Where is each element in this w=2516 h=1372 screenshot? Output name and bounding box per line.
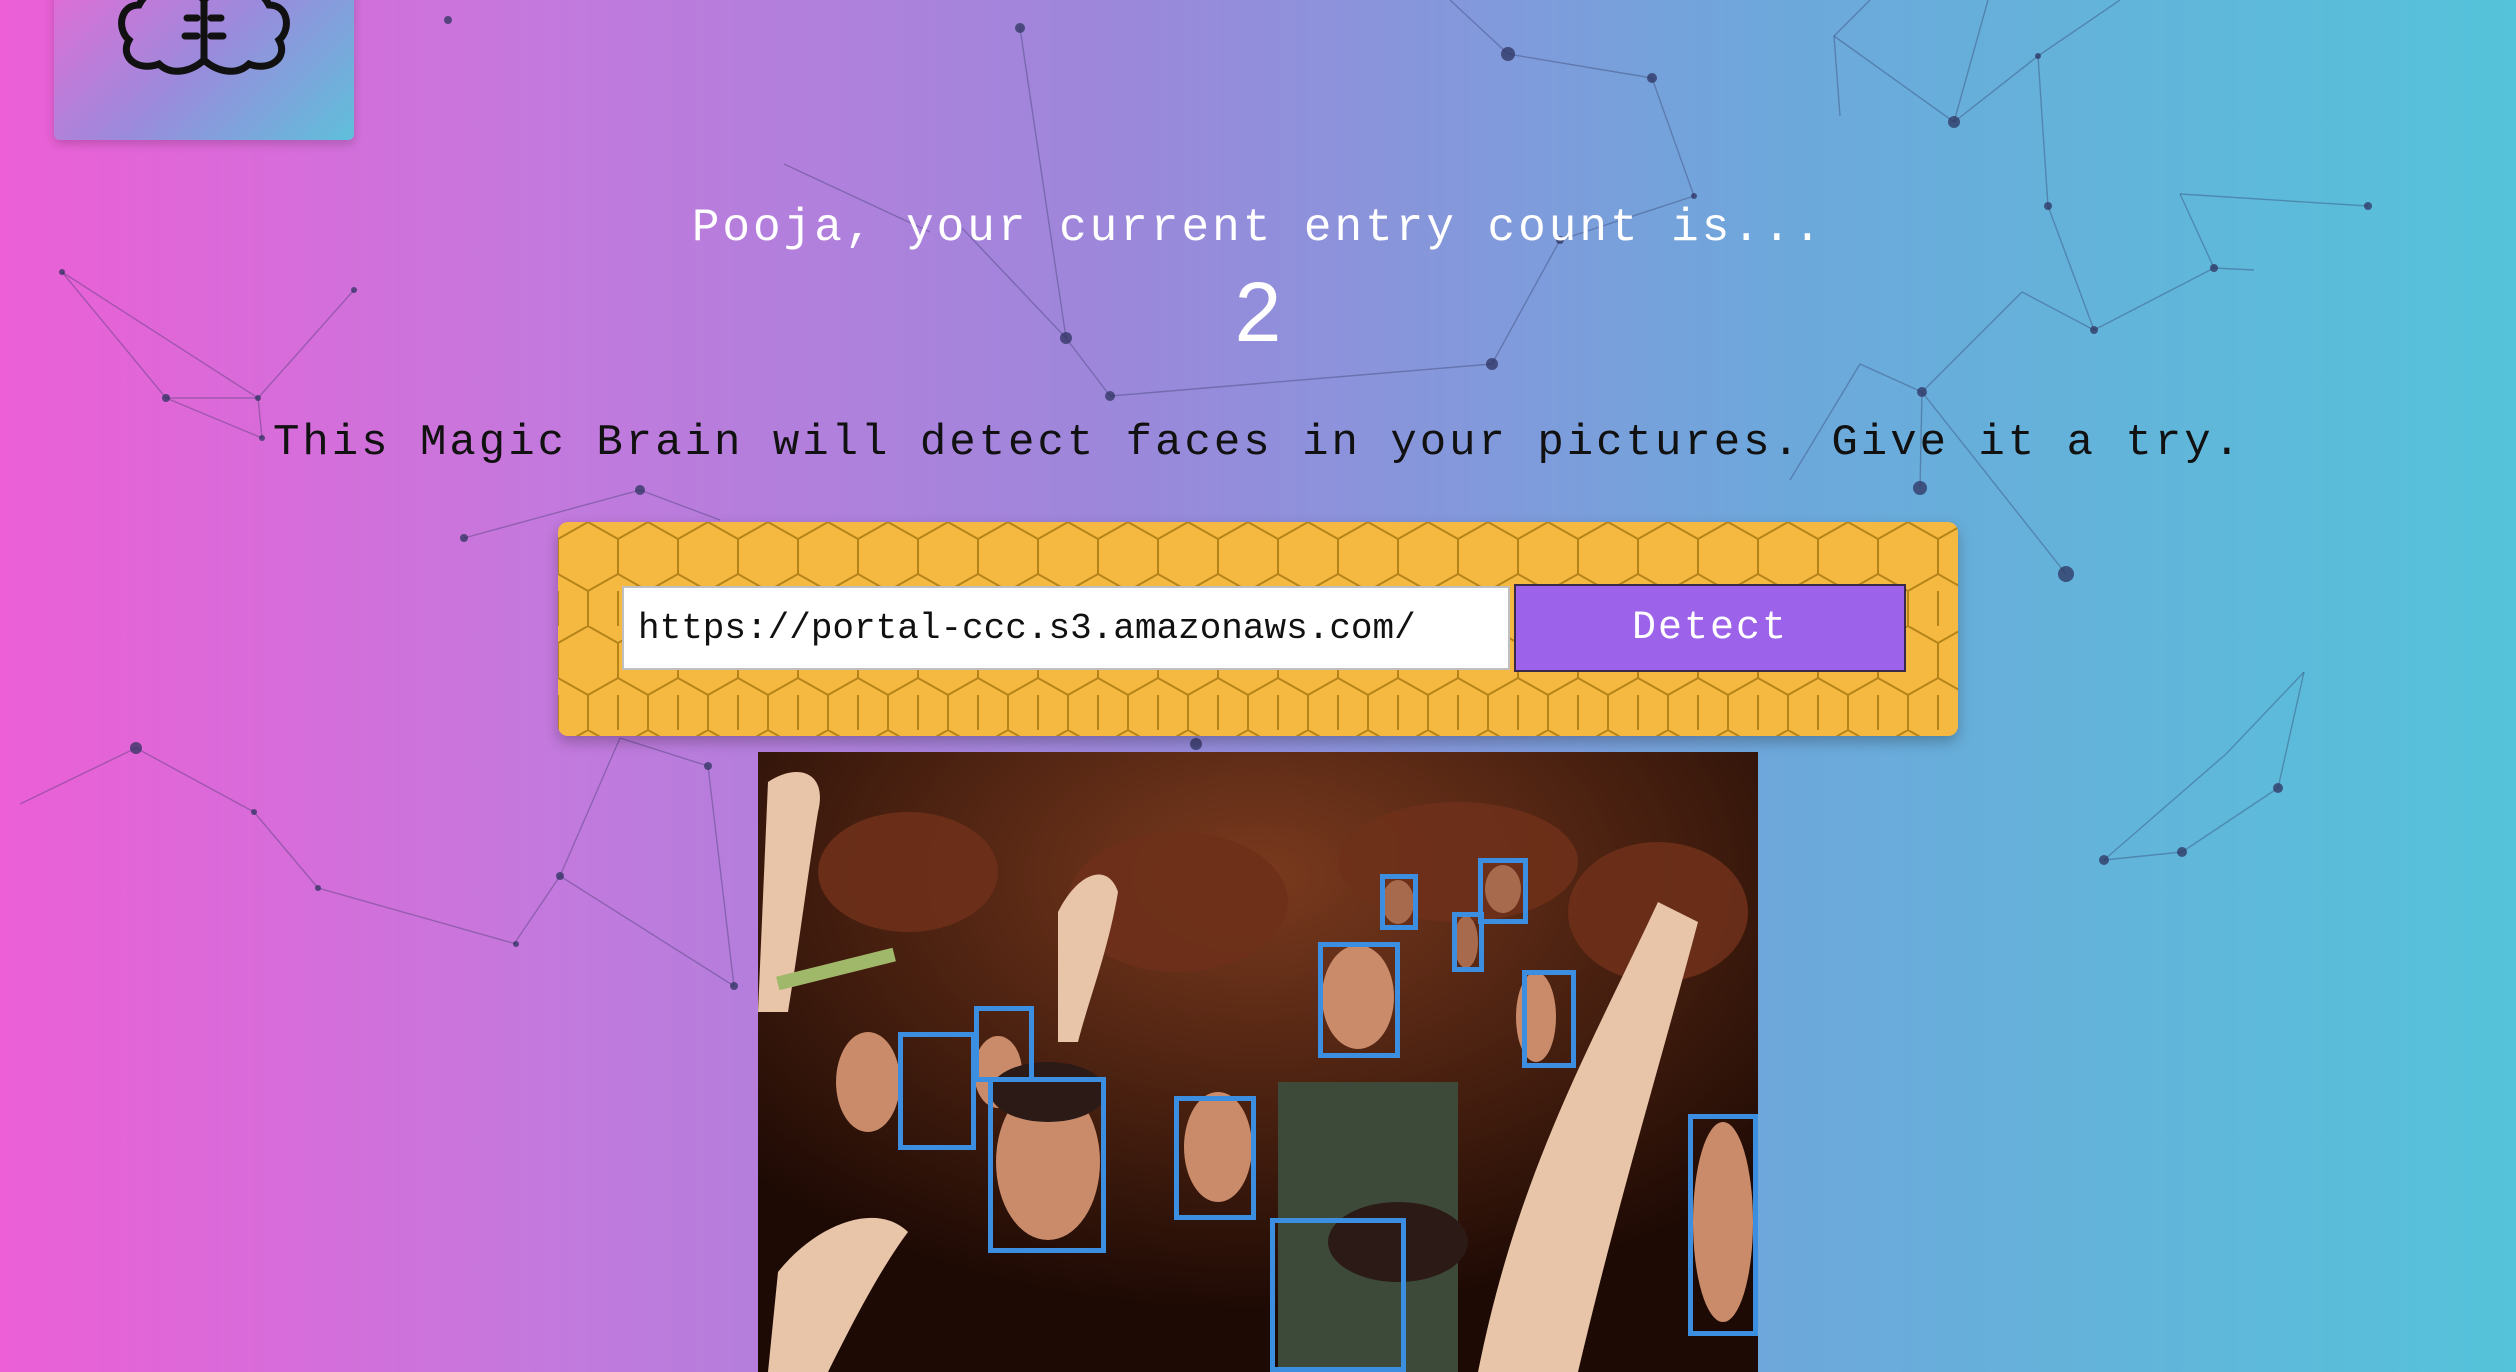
face-box (1270, 1218, 1406, 1372)
face-box (898, 1032, 976, 1150)
entry-count-greeting: Pooja, your current entry count is... (691, 202, 1825, 254)
face-box (1452, 912, 1484, 972)
face-detection-result-image (758, 752, 1758, 1372)
detect-button[interactable]: Detect (1514, 584, 1906, 672)
face-box (1380, 874, 1418, 930)
face-box (974, 1006, 1034, 1082)
logo-tile[interactable] (54, 0, 354, 140)
brain-icon (118, 0, 290, 75)
face-box (988, 1077, 1106, 1253)
face-box (1174, 1096, 1256, 1220)
face-box (1522, 970, 1576, 1068)
image-url-input[interactable] (622, 586, 1510, 670)
face-box (1318, 942, 1400, 1058)
app-tagline: This Magic Brain will detect faces in yo… (272, 418, 2244, 468)
face-box (1478, 858, 1528, 924)
image-url-form: Detect (558, 522, 1958, 736)
entry-count-value: 2 (1234, 265, 1282, 359)
face-box (1688, 1114, 1758, 1336)
